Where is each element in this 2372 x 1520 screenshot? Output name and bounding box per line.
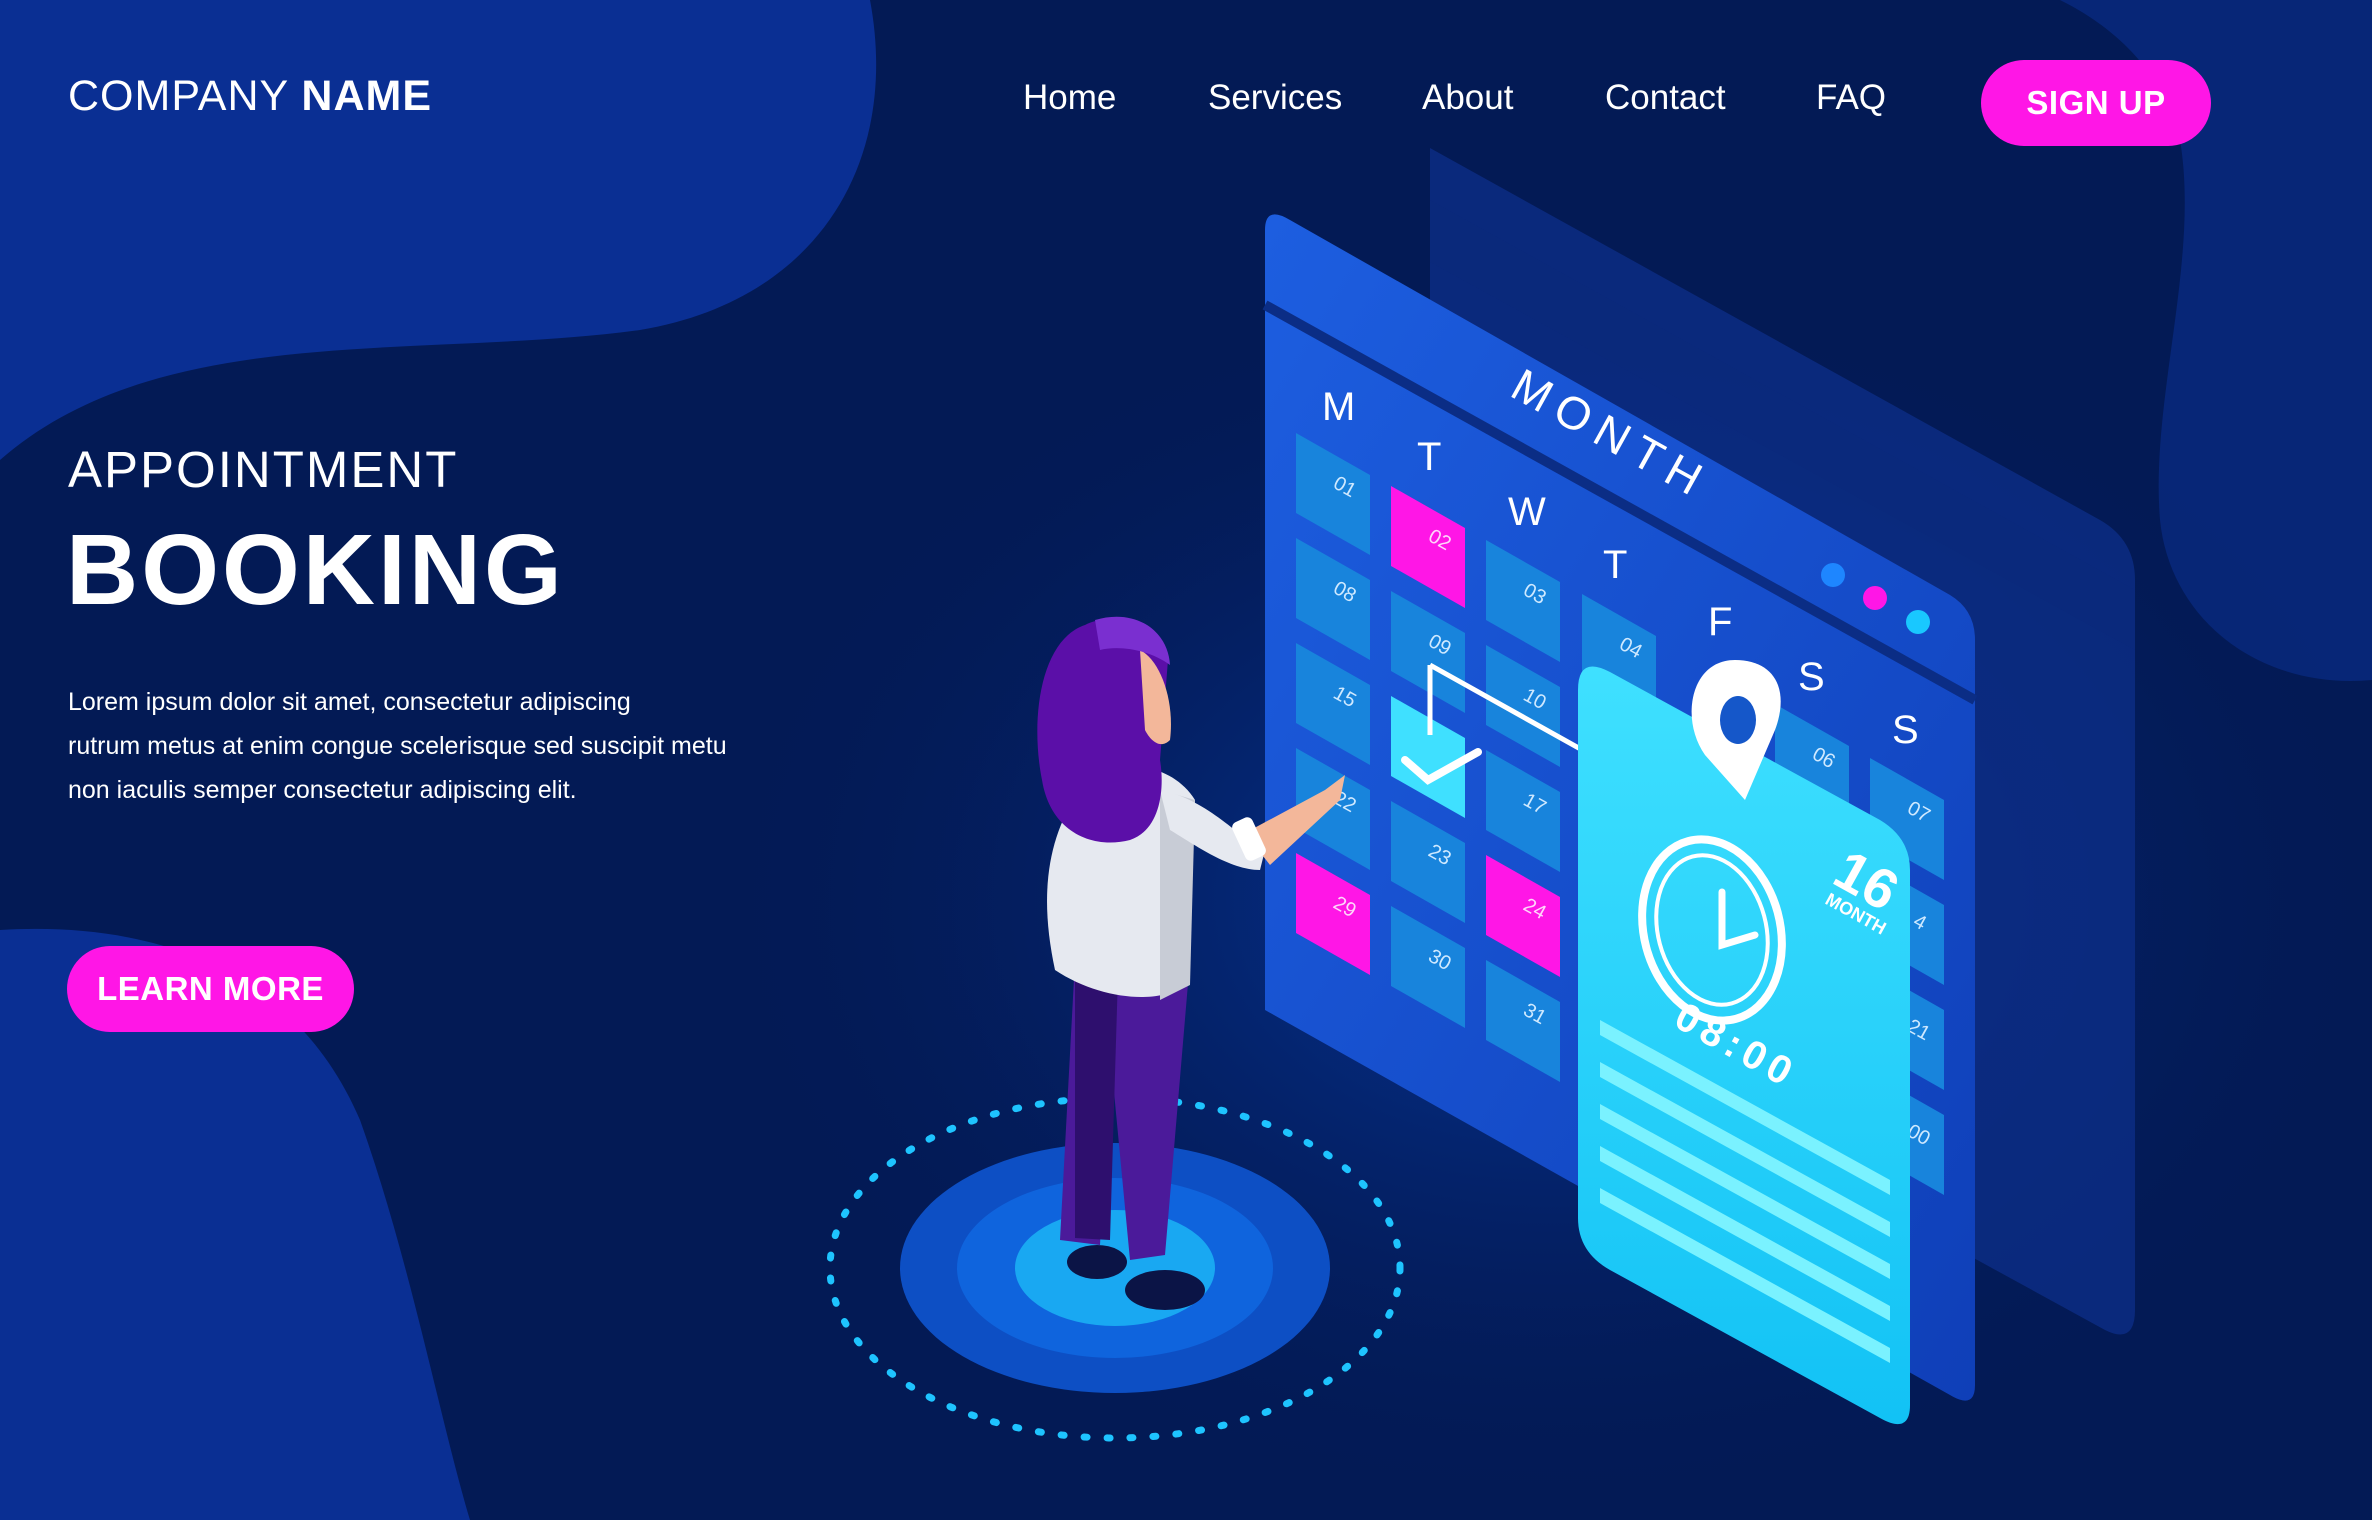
weekday-label: S xyxy=(1798,655,1825,699)
weekday-label: F xyxy=(1708,600,1732,644)
weekday-label: M xyxy=(1322,385,1355,429)
weekday-label: T xyxy=(1417,435,1441,479)
calendar-dot-icon xyxy=(1906,610,1930,634)
weekday-label: S xyxy=(1892,708,1919,752)
appointment-illustration: MONTH M T W T F S S 01 02 03 04 06 07 08… xyxy=(826,148,2135,1442)
weekday-label: W xyxy=(1508,490,1546,534)
calendar-dot-icon xyxy=(1821,563,1845,587)
weekday-label: T xyxy=(1603,543,1627,587)
calendar-dot-icon xyxy=(1863,586,1887,610)
